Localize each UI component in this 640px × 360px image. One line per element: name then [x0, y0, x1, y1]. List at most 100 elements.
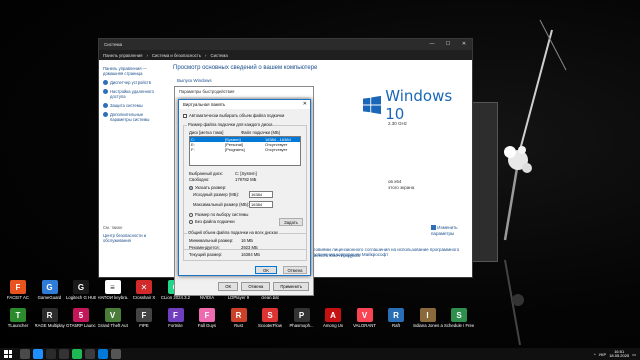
taskbar-app-icon[interactable]: [46, 349, 56, 359]
current-size-label: Текущий размер:: [189, 252, 223, 257]
taskbar-app-icon[interactable]: [85, 349, 95, 359]
min-size-value: 16 МБ: [241, 238, 254, 243]
desktop-icon[interactable]: F Fall Guys: [192, 308, 222, 328]
change-product-key-link[interactable]: Изменить ключ продукта: [308, 253, 360, 258]
perf-ok-button[interactable]: OK: [218, 282, 239, 291]
desktop-icon[interactable]: SSchedule I Free Sample: [444, 308, 474, 328]
free-space-value: 179782 МБ: [235, 177, 257, 182]
desktop-icon[interactable]: 5GTA5RP Launcher: [66, 308, 96, 328]
selected-disk-value: C: [System]: [235, 171, 257, 176]
drive-row[interactable]: F: [Programs] Отсутствует: [190, 147, 300, 152]
desktop-icon[interactable]: A Among Us: [318, 308, 348, 328]
sidebar-home-link[interactable]: Панель управления — домашняя страница: [99, 64, 166, 78]
desktop-icon[interactable]: P Phasmoph...: [287, 308, 317, 328]
cancel-button[interactable]: Отмена: [283, 266, 307, 274]
app-icon: I: [419, 308, 436, 322]
taskbar-app-icon[interactable]: [111, 349, 121, 359]
virtual-memory-titlebar[interactable]: Виртуальная память ✕: [179, 100, 310, 109]
breadcrumb-control-panel[interactable]: Панель управления: [103, 53, 142, 58]
desktop-icon[interactable]: T TLauncher: [3, 308, 33, 328]
breadcrumb-system[interactable]: Система: [210, 53, 227, 58]
close-button[interactable]: ✕: [456, 39, 472, 50]
page-title: Просмотр основных сведений о вашем компь…: [173, 65, 318, 71]
breadcrumb-system-security[interactable]: Система и безопасность: [152, 53, 201, 58]
no-paging-file-radio[interactable]: Без файла подкачки: [189, 219, 235, 224]
security-center-link[interactable]: Центр безопасности и обслуживания: [103, 233, 166, 243]
taskbar-app-icon[interactable]: [59, 349, 69, 359]
desktop-icon[interactable]: F Fortnite: [161, 308, 191, 328]
sidebar-item-advanced-settings[interactable]: Дополнительные параметры системы: [99, 110, 166, 124]
close-button[interactable]: ✕: [303, 100, 307, 109]
radio-unselected: [189, 212, 193, 217]
desktop-icon[interactable]: ≡ НАПОИ keybra...: [98, 280, 128, 300]
shield-icon: [103, 80, 108, 85]
desktop-icon[interactable]: ✕ Crosshair X: [129, 280, 159, 300]
radio-selected: [189, 185, 193, 190]
set-button[interactable]: Задать: [279, 218, 303, 226]
system-managed-radio[interactable]: Размер по выбору системы: [189, 212, 248, 217]
desktop-icon-label: VALORANT: [353, 323, 376, 328]
desktop-icon-label: GTA5RP Launcher: [66, 323, 96, 328]
recommended-label: Рекомендуется:: [189, 245, 220, 250]
taskbar-app-icon[interactable]: [33, 349, 43, 359]
clock[interactable]: 16:51 18.05.2025: [609, 349, 629, 359]
notification-icon[interactable]: ▭: [632, 352, 636, 357]
sidebar-item-remote-access[interactable]: Настройка удаленного доступа: [99, 87, 166, 101]
windows-flag-icon: [363, 95, 382, 115]
taskbar-app-icon[interactable]: [72, 349, 82, 359]
app-icon: G: [73, 280, 89, 294]
system-window-titlebar[interactable]: Система — ☐ ✕: [99, 39, 472, 50]
chevron-up-icon[interactable]: ^: [594, 352, 596, 357]
desktop-icon[interactable]: R Rust: [224, 308, 254, 328]
auto-manage-checkbox[interactable]: Автоматически выбирать объем файла подка…: [183, 113, 284, 118]
desktop-icon-label: TLauncher: [7, 323, 29, 328]
address-bar[interactable]: Панель управления › Система и безопаснос…: [99, 50, 472, 60]
min-size-label: Минимальный размер:: [189, 238, 234, 243]
perf-apply-button[interactable]: Применить: [273, 282, 309, 291]
app-icon: V: [356, 308, 373, 322]
start-button[interactable]: [3, 349, 13, 359]
desktop-icon[interactable]: V VALORANT: [350, 308, 380, 328]
pen-touch-text: этого экрана: [388, 185, 415, 190]
window-title: Система: [104, 42, 123, 47]
desktop-icon[interactable]: F FACEIT AC: [3, 280, 33, 300]
language-indicator[interactable]: УКР: [599, 352, 607, 357]
sidebar-item-system-protection[interactable]: Защита системы: [99, 101, 166, 110]
drive-label: [Programs]: [225, 147, 245, 152]
perf-cancel-button[interactable]: Отмена: [241, 282, 271, 291]
desktop-icon[interactable]: S ScooterFlow: [255, 308, 285, 328]
desktop-icon[interactable]: F FIPE: [129, 308, 159, 328]
current-size-value: 16384 МБ: [241, 252, 261, 257]
desktop-icon[interactable]: IIndiana Jones and the Gre...: [413, 308, 443, 328]
initial-size-input[interactable]: 16384: [249, 191, 273, 198]
app-icon: R: [388, 308, 404, 322]
checkbox-box: [183, 113, 187, 118]
desktop-icon-label: FACEIT AC: [7, 295, 29, 300]
desktop-icon[interactable]: G Logitech G HUB: [66, 280, 96, 300]
sidebar: Панель управления — домашняя страница Ди…: [99, 60, 166, 277]
drive-list[interactable]: C: [System] 16384 - 16384 E: [Personal] Отсут…: [189, 136, 301, 166]
ok-button[interactable]: OK: [255, 266, 277, 274]
desktop-icon-label: Rust: [234, 323, 243, 328]
taskbar-app-icon[interactable]: [98, 349, 108, 359]
sidebar-item-device-manager[interactable]: Диспетчер устройств: [99, 78, 166, 87]
app-icon: F: [199, 308, 215, 322]
selected-disk-label: Выбранный диск:: [189, 171, 223, 176]
processor-speed: 2.30 GHz: [388, 121, 408, 126]
app-icon: 5: [73, 308, 89, 322]
minimize-button[interactable]: —: [424, 39, 440, 50]
free-space-label: Свободно:: [189, 177, 210, 182]
desktop-icon[interactable]: R Raft: [381, 308, 411, 328]
taskbar-app-icon[interactable]: [20, 349, 30, 359]
app-icon: R: [41, 308, 58, 322]
desktop-icon[interactable]: VGrand Theft Auto V: [98, 308, 128, 328]
change-settings-link[interactable]: Изменить параметры: [431, 225, 468, 237]
desktop-icon[interactable]: RRAGE Multiplayer: [35, 308, 65, 328]
taskbar: ^ УКР 16:51 18.05.2025 ▭: [0, 348, 640, 360]
custom-size-radio[interactable]: Указать размер:: [189, 185, 226, 190]
background-window[interactable]: [470, 102, 498, 262]
virtual-memory-dialog[interactable]: Виртуальная память ✕ Автоматически выбир…: [178, 99, 311, 276]
max-size-input[interactable]: 16384: [249, 201, 273, 208]
maximize-button[interactable]: ☐: [440, 39, 456, 50]
desktop-icon[interactable]: G GameGuard: [35, 280, 65, 300]
